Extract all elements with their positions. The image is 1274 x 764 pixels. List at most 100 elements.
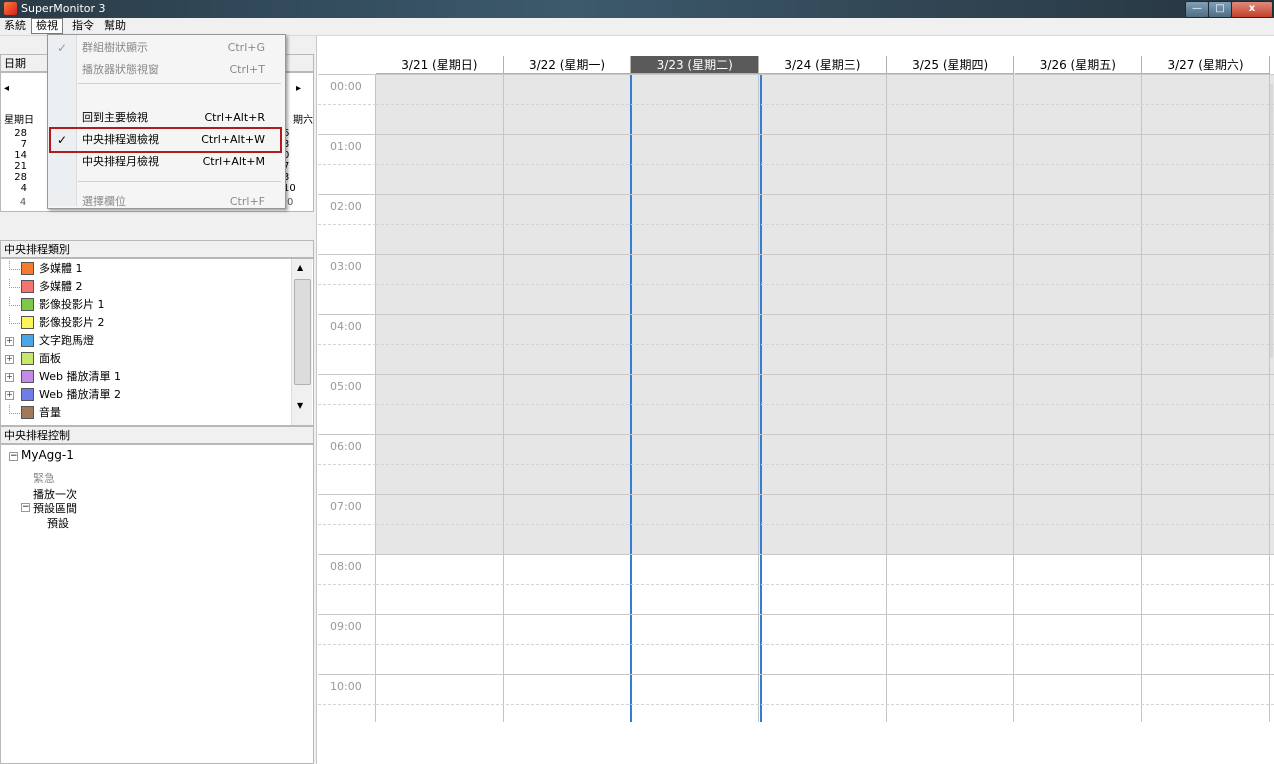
week-view-header: 3/21 (星期日) 3/22 (星期一) 3/23 (星期二) 3/24 (星期三)… (318, 56, 1274, 74)
half-hour-gridline (376, 224, 1274, 225)
categories-scrollbar[interactable]: ▲ ▼ (291, 259, 312, 425)
menu-command[interactable]: 指令 (68, 18, 98, 34)
categories-list: 多媒體 1 多媒體 2 影像投影片 1 影像投影片 2 + 文字跑馬燈 + 面板 + Web 播放… (1, 259, 291, 425)
half-hour-gridline (376, 164, 1274, 165)
time-label: 08:00 (330, 560, 362, 573)
menu-items: ✓ 群組樹狀顯示 Ctrl+G 播放器狀態視窗 Ctrl+T 回到主要檢視 Ctrl+Alt… (48, 35, 283, 208)
time-half-gridline (318, 104, 376, 105)
calendar-day[interactable]: 14 (1, 150, 27, 161)
menu-view[interactable]: 檢視 (31, 18, 63, 34)
category-color-swatch (21, 370, 34, 383)
category-item[interactable]: + 面板 (5, 351, 275, 366)
menu-item-5: 選擇欄位 Ctrl+F (48, 191, 283, 213)
menu-help[interactable]: 幫助 (100, 18, 130, 34)
category-item[interactable]: + 文字跑馬燈 (5, 333, 275, 348)
calendar-prev-button[interactable]: ◂ (4, 83, 9, 94)
time-label: 06:00 (330, 440, 362, 453)
categories-header: 中央排程類別 (0, 240, 314, 258)
category-item[interactable]: + Web 播放清單 1 (5, 369, 275, 384)
half-hour-gridline (376, 284, 1274, 285)
category-label: 音量 (39, 406, 61, 419)
hour-gridline (376, 134, 1274, 135)
day-column[interactable] (1015, 74, 1143, 722)
half-hour-gridline (376, 584, 1274, 585)
menu-separator (78, 83, 281, 84)
time-half-gridline (318, 284, 376, 285)
hour-gridline (376, 434, 1274, 435)
category-item[interactable]: + Web 播放清單 2 (5, 387, 275, 402)
calendar-day[interactable]: 7 (1, 139, 27, 150)
category-item[interactable]: 多媒體 2 (5, 279, 275, 294)
category-item[interactable]: 音量 (5, 405, 275, 420)
expand-icon[interactable]: + (5, 337, 14, 346)
expand-icon[interactable]: + (5, 373, 14, 382)
menu-item-1: 播放器狀態視窗 Ctrl+T (48, 59, 283, 81)
tree-root-myagg[interactable]: MyAgg-1 (21, 448, 74, 462)
menu-item-4[interactable]: 中央排程月檢視 Ctrl+Alt+M (48, 151, 283, 173)
time-label: 09:00 (330, 620, 362, 633)
categories-tree: 多媒體 1 多媒體 2 影像投影片 1 影像投影片 2 + 文字跑馬燈 + 面板 + Web 播放… (0, 258, 314, 426)
day-column[interactable] (887, 74, 1015, 722)
scroll-up-icon[interactable]: ▲ (297, 263, 303, 272)
day-header[interactable]: 3/21 (星期日) (376, 56, 504, 74)
menu-item-0: ✓ 群組樹狀顯示 Ctrl+G (48, 37, 283, 59)
calendar-next-button[interactable]: ▸ (296, 83, 301, 94)
expand-icon[interactable]: + (5, 355, 14, 364)
hour-gridline (376, 194, 1274, 195)
menu-system[interactable]: 系統 (0, 18, 30, 34)
view-dropdown-menu: ✓ 群組樹狀顯示 Ctrl+G 播放器狀態視窗 Ctrl+T 回到主要檢視 Ctrl+Alt… (47, 34, 286, 209)
calendar-day[interactable]: 4 (5, 197, 41, 208)
category-item[interactable]: 多媒體 1 (5, 261, 275, 276)
half-hour-gridline (376, 464, 1274, 465)
time-half-gridline (318, 224, 376, 225)
day-column[interactable] (759, 74, 887, 722)
category-color-swatch (21, 388, 34, 401)
menu-item-2[interactable]: 回到主要檢視 Ctrl+Alt+R (48, 107, 283, 129)
tree-item-default-range[interactable]: 預設區間 (33, 500, 77, 516)
grid-scrollbar[interactable] (1270, 84, 1273, 358)
scroll-thumb[interactable] (294, 279, 311, 385)
highlight-box (49, 127, 282, 153)
expand-icon[interactable]: + (5, 391, 14, 400)
menu-item-shortcut: Ctrl+F (229, 195, 265, 208)
time-gridline (318, 674, 376, 675)
half-hour-gridline (376, 404, 1274, 405)
half-hour-gridline (376, 644, 1274, 645)
calendar-day[interactable]: 28 (1, 128, 27, 139)
day-header[interactable]: 3/25 (星期四) (886, 56, 1015, 74)
day-header[interactable]: 3/22 (星期一) (503, 56, 632, 74)
category-item[interactable]: 影像投影片 1 (5, 297, 275, 312)
time-label: 03:00 (330, 260, 362, 273)
calendar-day[interactable]: 21 (1, 161, 27, 172)
category-label: 影像投影片 2 (39, 316, 105, 329)
time-label: 07:00 (330, 500, 362, 513)
category-item[interactable]: 影像投影片 2 (5, 315, 275, 330)
hour-gridline (376, 74, 1274, 75)
tree-item-default[interactable]: 預設 (47, 515, 69, 531)
day-header[interactable]: 3/24 (星期三) (759, 56, 887, 74)
tree-item-emergency[interactable]: 緊急 (33, 470, 55, 486)
hour-gridline (376, 494, 1274, 495)
scroll-down-icon[interactable]: ▼ (297, 401, 303, 410)
window-title: SuperMonitor 3 (21, 2, 106, 15)
day-header[interactable]: 3/23 (星期二) (631, 56, 760, 74)
half-hour-gridline (376, 104, 1274, 105)
maximize-button[interactable]: □ (1208, 1, 1232, 18)
calendar-day[interactable]: 4 (1, 183, 27, 194)
week-view-grid[interactable]: 00:00 01:00 02:00 03:00 04:00 05:00 06:00 07:00… (318, 56, 1274, 722)
minimize-button[interactable]: — (1185, 1, 1209, 18)
time-half-gridline (318, 464, 376, 465)
collapse-icon[interactable]: − (9, 452, 18, 461)
menu-item-shortcut: Ctrl+G (227, 41, 265, 54)
day-column[interactable] (1142, 74, 1270, 722)
collapse-icon[interactable]: − (21, 503, 30, 512)
day-header[interactable]: 3/26 (星期五) (1014, 56, 1143, 74)
day-header[interactable]: 3/27 (星期六) (1142, 56, 1270, 74)
menu-item-label: 群組樹狀顯示 (82, 41, 148, 54)
day-column[interactable] (376, 74, 504, 722)
close-button[interactable]: x (1231, 1, 1273, 18)
day-column[interactable] (504, 74, 632, 722)
calendar-day[interactable]: 28 (1, 172, 27, 183)
time-gridline (318, 614, 376, 615)
time-gridline (318, 554, 376, 555)
